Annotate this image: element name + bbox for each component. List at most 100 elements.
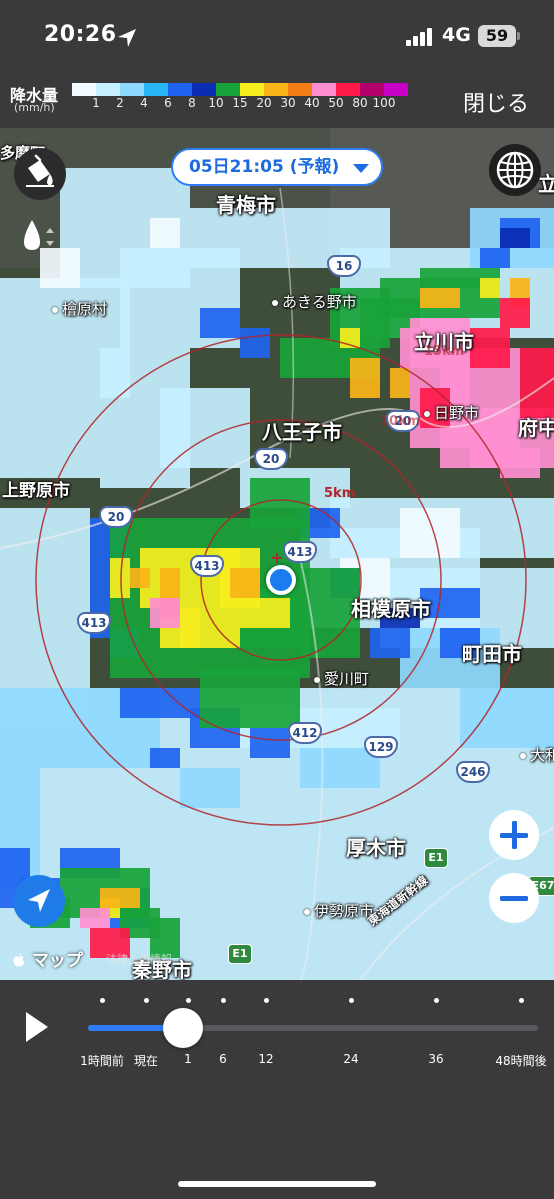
place-label-machida: 町田市 <box>462 642 522 666</box>
legend-swatch <box>240 83 264 96</box>
radar-cell <box>520 348 554 418</box>
legend-unit: (mm/h) <box>14 101 55 114</box>
distance-label: 10km <box>380 414 421 429</box>
chevron-down-icon <box>353 164 369 173</box>
timeline-tick-dot <box>349 998 354 1003</box>
timeline-tick-dot <box>221 998 226 1003</box>
legend-swatch <box>192 83 216 96</box>
radar-cell <box>200 668 300 728</box>
timeline-tick-dot <box>519 998 524 1003</box>
forecast-time-selector[interactable]: 05日21:05 (予報) <box>171 148 383 186</box>
battery-nub <box>517 32 520 40</box>
radar-cell <box>0 398 100 478</box>
place-label-yamato-text: 大和 <box>530 746 554 764</box>
legend-swatch <box>288 83 312 96</box>
legend-color-scale <box>72 83 408 96</box>
radar-cell <box>150 748 180 768</box>
close-button[interactable]: 閉じる <box>463 86 529 118</box>
timeline-track[interactable] <box>88 1025 538 1031</box>
place-label-fuchu: 府中 <box>518 416 554 440</box>
zoom-in-button[interactable] <box>489 810 539 860</box>
timeline-tick-dot <box>264 998 269 1003</box>
timeline-tick-dot <box>144 998 149 1003</box>
place-label-hachioji: 八王子市 <box>262 420 342 444</box>
legend-swatch <box>120 83 144 96</box>
locate-me-button[interactable] <box>13 875 65 927</box>
radar-cell <box>420 288 460 308</box>
route-shield: 20 <box>254 448 288 470</box>
timeline-tick-label: 現在 <box>133 1054 159 1068</box>
distance-label: 15km <box>424 344 465 359</box>
timeline-tick-dot <box>186 998 191 1003</box>
legend-level-label: 6 <box>164 96 172 110</box>
route-shield: 16 <box>327 255 361 277</box>
radar-cell <box>100 888 140 908</box>
legend-swatch <box>168 83 192 96</box>
legend-swatch <box>360 83 384 96</box>
radar-cell <box>370 628 410 658</box>
paint-bucket-icon <box>26 154 54 187</box>
current-location-marker <box>266 565 296 595</box>
radar-cell <box>200 308 240 338</box>
legend-level-label: 30 <box>280 96 296 110</box>
precipitation-legend: 降水量 (mm/h) 1 2 4 6 8 10 15 20 30 40 50 80 100 閉じる <box>0 72 554 128</box>
timeline-tick-dot <box>100 998 105 1003</box>
route-shield: 413 <box>283 541 317 563</box>
legend-swatch <box>264 83 288 96</box>
place-label-aikawa-text: 愛川町 <box>324 670 370 688</box>
maps-attribution[interactable]: マップ <box>12 946 83 971</box>
place-label-yamato: 大和 <box>520 744 554 765</box>
place-label-hinohara: 檜原村 <box>52 298 107 319</box>
radar-cell <box>500 228 530 248</box>
place-label-aikawa: 愛川町 <box>314 668 369 689</box>
radar-cell <box>480 278 500 298</box>
route-shield: 20 <box>99 506 133 528</box>
timeline-tick-label: 12 <box>258 1052 274 1066</box>
legend-swatch <box>336 83 360 96</box>
radar-cell <box>250 728 290 758</box>
timeline-tick-label: 1時間前 <box>80 1054 124 1068</box>
expressway-shield: E1 <box>424 848 448 868</box>
radar-cell <box>500 298 530 328</box>
legend-level-label: 10 <box>208 96 224 110</box>
zoom-out-button[interactable] <box>489 873 539 923</box>
route-shield: 413 <box>77 612 111 634</box>
legend-level-label: 8 <box>188 96 196 110</box>
legend-swatch <box>72 83 96 96</box>
place-label-hino: 日野市 <box>424 402 479 423</box>
map-style-button[interactable] <box>14 148 66 200</box>
legal-info-link[interactable]: 法律上の情報 <box>106 951 172 967</box>
radar-cell <box>130 568 150 588</box>
radar-cell <box>110 558 130 598</box>
timeline-tick-label: 24 <box>343 1052 359 1066</box>
legend-level-label: 1 <box>92 96 100 110</box>
raindrop-toggle-icon[interactable] <box>18 212 64 260</box>
radar-cell <box>180 768 240 808</box>
play-icon[interactable] <box>24 1010 50 1044</box>
radar-cell <box>240 598 290 628</box>
status-time: 20:26 <box>44 22 117 47</box>
globe-button[interactable] <box>489 144 541 196</box>
playback-panel: 1時間前 現在 1 6 12 24 36 48時間後 <box>0 980 554 1199</box>
place-label-akiruno-text: あきる野市 <box>282 293 357 311</box>
legend-swatch <box>384 83 408 96</box>
radar-cell <box>240 328 270 358</box>
legend-level-label: 50 <box>328 96 344 110</box>
home-indicator <box>178 1181 376 1187</box>
place-label-uenohara: 上野原市 <box>2 481 70 501</box>
radar-map[interactable]: 多摩町 青梅市 立 檜原村 あきる野市 立川市 八王子市 日野市 府中 上野原市… <box>0 128 554 980</box>
location-arrow-icon <box>118 29 136 47</box>
timeline-slider-thumb[interactable] <box>162 1008 203 1048</box>
maps-attribution-text: マップ <box>31 951 83 971</box>
legend-swatch <box>96 83 120 96</box>
place-label-sagamihara: 相模原市 <box>351 597 431 621</box>
radar-map-canvas <box>0 128 554 980</box>
radar-cell <box>230 568 260 598</box>
route-shield: 413 <box>190 555 224 577</box>
place-label-atsugi: 厚木市 <box>346 836 406 860</box>
expressway-shield: E1 <box>228 944 252 964</box>
distance-label: 5km <box>324 486 356 501</box>
network-type: 4G <box>442 24 471 46</box>
signal-bars-icon <box>406 28 432 46</box>
legend-level-label: 20 <box>256 96 272 110</box>
